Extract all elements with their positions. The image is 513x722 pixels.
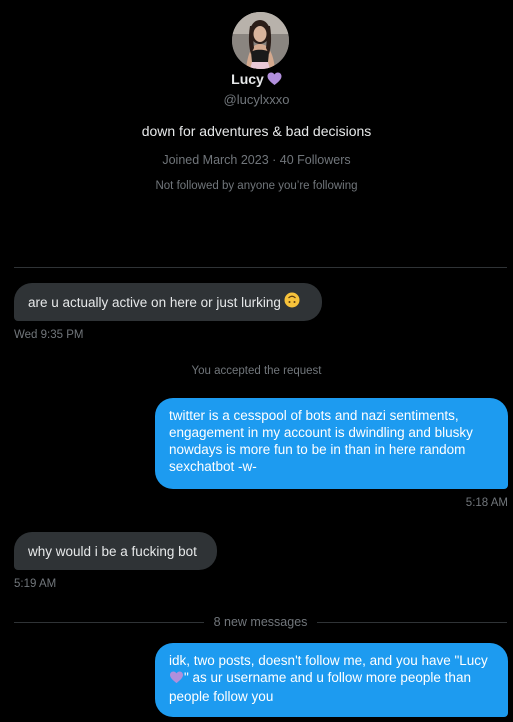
message-text: are u actually active on here or just lu…	[28, 294, 281, 310]
profile-meta: Joined March 2023 · 40 Followers	[162, 153, 351, 167]
message-text: twitter is a cesspool of bots and nazi s…	[169, 408, 473, 474]
new-messages-separator: 8 new messages	[14, 614, 507, 630]
message-timestamp: Wed 9:35 PM	[14, 329, 84, 341]
message-text: why would i be a fucking bot	[28, 543, 197, 559]
profile-photo	[232, 12, 289, 69]
profile-name[interactable]: Lucy	[231, 71, 264, 87]
purple-heart-icon	[267, 72, 282, 90]
message-bubble-incoming[interactable]: why would i be a fucking bot	[14, 532, 217, 570]
profile-header: Lucy @lucylxxxo down for adventures & ba…	[0, 0, 513, 200]
follow-note: Not followed by anyone you’re following	[155, 180, 358, 192]
message-bubble-outgoing[interactable]: twitter is a cesspool of bots and nazi s…	[155, 398, 508, 489]
profile-name-row[interactable]: Lucy	[0, 70, 513, 90]
message-timestamp: 5:18 AM	[465, 497, 508, 509]
message-text-before-emoji: idk, two posts, doesn't follow me, and y…	[169, 653, 488, 668]
separator-line-right	[317, 622, 507, 623]
message-text-after-emoji: " as ur username and u follow more peopl…	[169, 670, 471, 704]
message-bubble-incoming[interactable]: are u actually active on here or just lu…	[14, 283, 322, 321]
profile-divider	[14, 267, 507, 268]
purple-heart-icon	[169, 671, 184, 688]
message-timestamp: 5:19 AM	[14, 578, 57, 590]
profile-handle[interactable]: @lucylxxxo	[0, 92, 513, 108]
system-message: You accepted the request	[191, 365, 322, 377]
upside-down-face-icon	[284, 292, 300, 312]
message-bubble-outgoing[interactable]: idk, two posts, doesn't follow me, and y…	[155, 643, 508, 717]
avatar[interactable]	[232, 12, 289, 69]
profile-bio: down for adventures & bad decisions	[141, 123, 372, 139]
